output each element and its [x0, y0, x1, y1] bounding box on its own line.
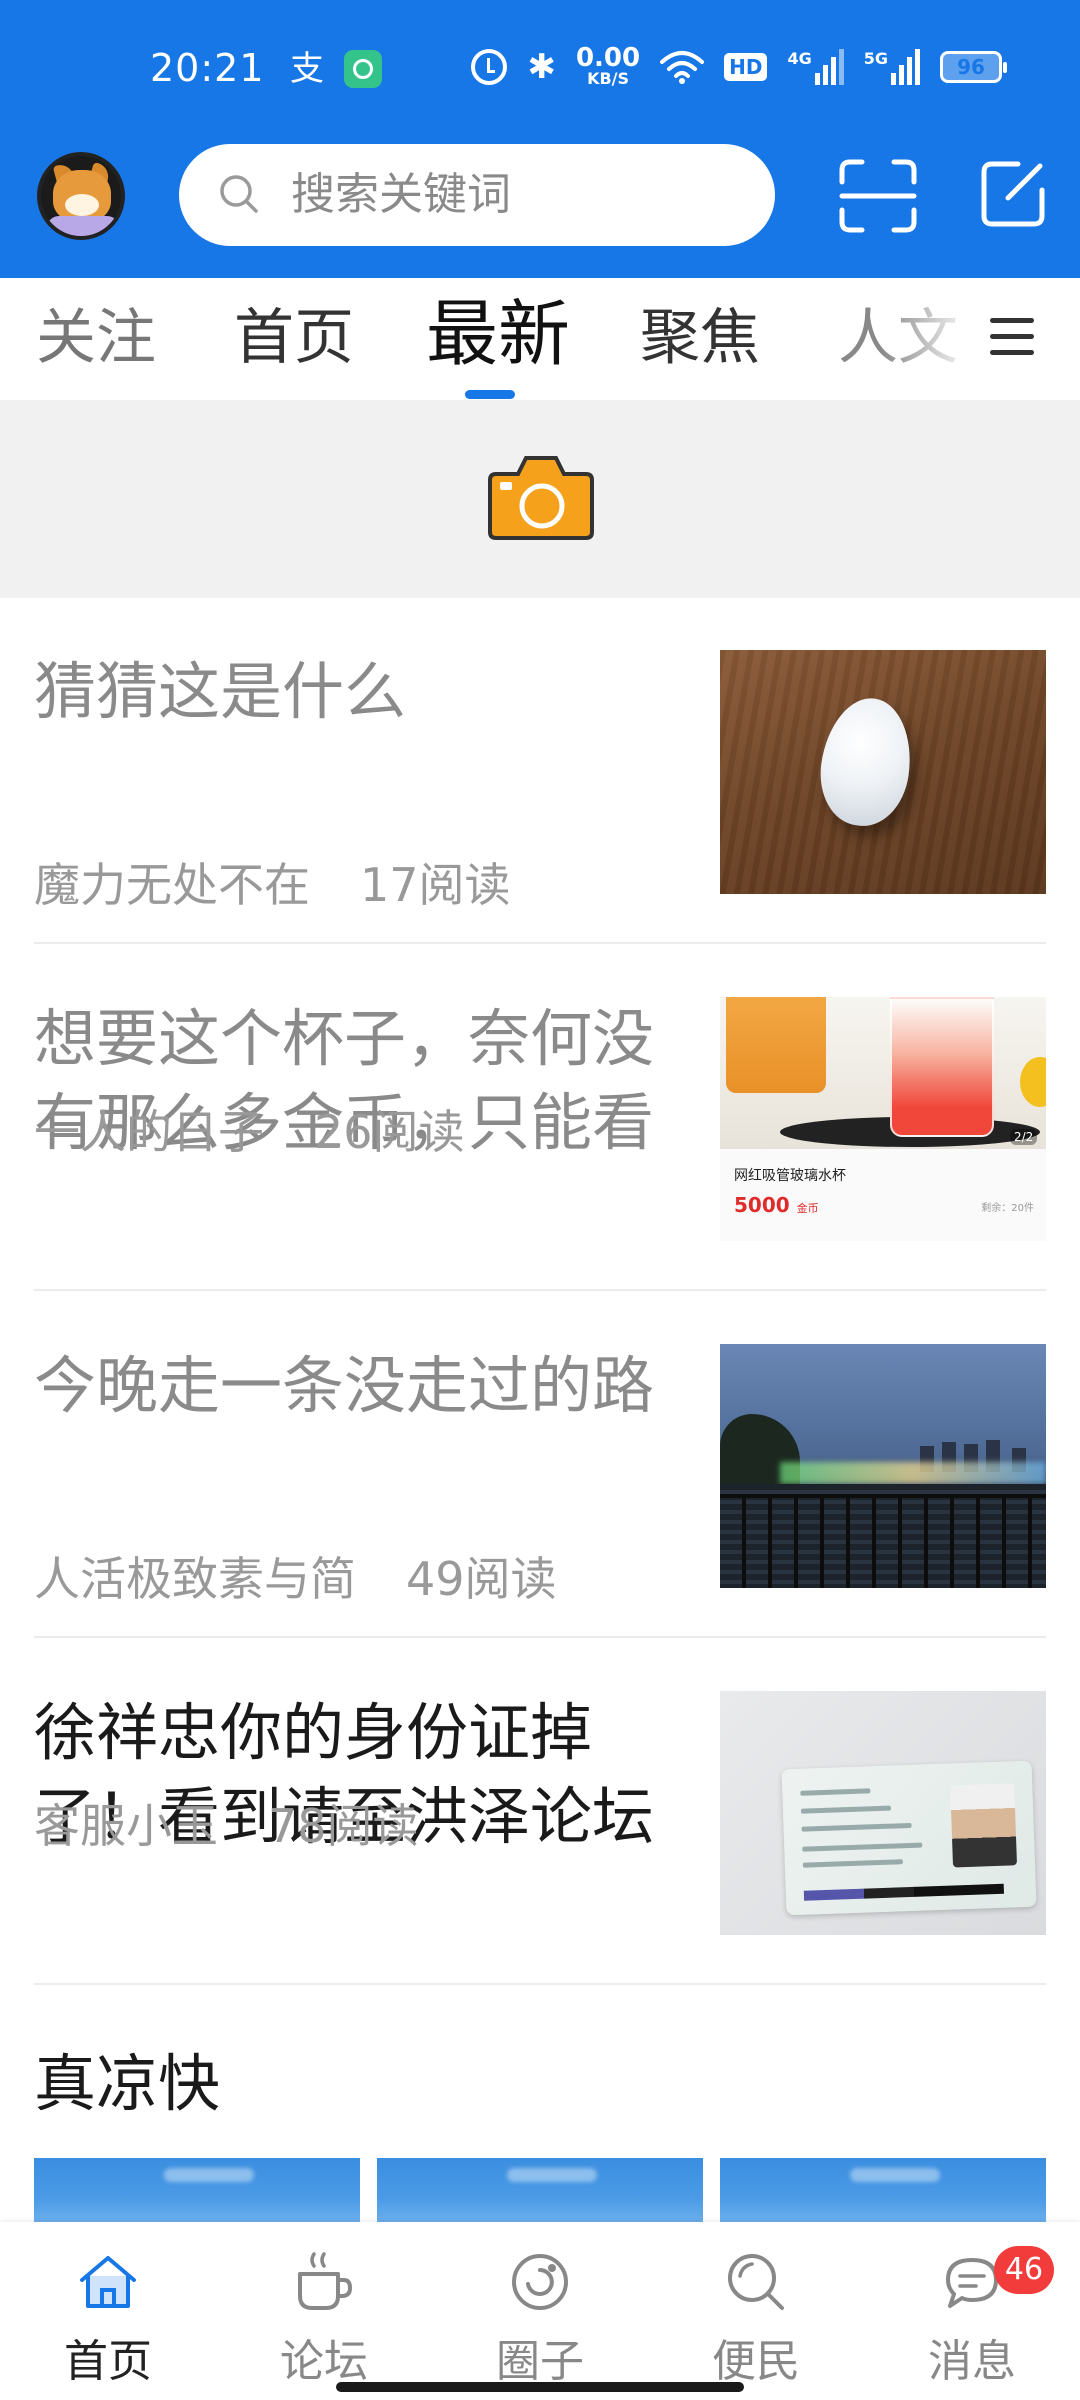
feed-title[interactable]: 今晚走一条没走过的路 [34, 1344, 694, 1428]
product-stock: 剩余：20件 [981, 1203, 1034, 1214]
bluetooth-icon: ✱ [527, 47, 556, 87]
tab-latest[interactable]: 最新 [426, 296, 570, 372]
image-pager: 2/2 [1010, 1129, 1038, 1145]
section-images [34, 2158, 1046, 2224]
feed-author: 客服小玉 [34, 1799, 218, 1853]
home-icon [80, 2256, 136, 2308]
nav-label: 便民 [712, 2336, 800, 2387]
tab-focus[interactable]: 聚焦 [640, 300, 760, 376]
home-indicator[interactable] [336, 2382, 744, 2392]
signal-4g-icon: 4G [787, 49, 844, 85]
nav-label: 首页 [64, 2336, 152, 2387]
status-bar: 20:21 支 ✱ 0.00 KB/S HD 4G 5G 96 [0, 0, 1080, 140]
signal-5g-icon: 5G [864, 49, 920, 85]
network-speed: 0.00 KB/S [575, 43, 641, 88]
unread-badge: 46 [994, 2246, 1054, 2294]
product-title: 网红吸管玻璃水杯 [734, 1168, 846, 1184]
feed-thumbnail[interactable] [720, 1691, 1046, 1935]
battery-icon: 96 [940, 51, 1007, 83]
feed-reads: 49阅读 [406, 1552, 557, 1606]
search-input[interactable]: 搜索关键词 [179, 144, 775, 246]
feed-reads: 17阅读 [360, 858, 511, 912]
search-icon [220, 175, 258, 213]
feed-meta: 魔力无处不在 17阅读 [34, 860, 511, 910]
tabs-fade [880, 278, 1000, 400]
status-indicators: ✱ 0.00 KB/S HD 4G 5G 96 [471, 42, 1007, 92]
message-icon [946, 2258, 998, 2308]
nav-item-circle[interactable]: 圈子 [432, 2222, 648, 2400]
channel-menu-icon[interactable] [990, 318, 1034, 356]
section-title[interactable]: 真凉快 [34, 2044, 220, 2124]
app-notification-icon [344, 50, 382, 88]
feed-item[interactable]: 想要这个杯子，奈何没有那么多金币，只能看 一人的日子 26阅读 2/2 网红吸管玻… [34, 945, 1046, 1291]
feed-meta: 一人的日子 26阅读 [34, 1107, 465, 1157]
feed-meta: 客服小玉 78阅读 [34, 1801, 419, 1851]
scan-icon[interactable] [838, 158, 918, 234]
nav-item-home[interactable]: 首页 [0, 2222, 216, 2400]
nav-label: 论坛 [280, 2336, 368, 2387]
channel-tabs: 关注 首页 最新 聚焦 人文 [0, 278, 1080, 400]
section-image[interactable] [720, 2158, 1046, 2224]
feed-author: 人活极致素与简 [34, 1552, 356, 1606]
product-price: 5000 金币 [734, 1193, 819, 1217]
edit-post-icon[interactable] [978, 158, 1048, 230]
camera-icon [488, 456, 594, 540]
active-tab-indicator [465, 390, 515, 399]
section-image[interactable] [377, 2158, 703, 2224]
circle-icon [512, 2254, 568, 2310]
nav-item-messages[interactable]: 46 消息 [864, 2222, 1080, 2400]
feed-author: 魔力无处不在 [34, 858, 310, 912]
feed-thumbnail[interactable] [720, 1344, 1046, 1588]
tab-home[interactable]: 首页 [234, 300, 354, 376]
wifi-icon [660, 51, 705, 84]
nav-item-services[interactable]: 便民 [648, 2222, 864, 2400]
feed-author: 一人的日子 [34, 1105, 264, 1159]
bottom-nav: 首页 论坛 圈子 便民 46 消息 [0, 2222, 1080, 2400]
alipay-notification-icon: 支 [290, 49, 324, 89]
hd-voice-icon: HD [724, 53, 768, 81]
feed-item[interactable]: 今晚走一条没走过的路 人活极致素与简 49阅读 [34, 1292, 1046, 1638]
nav-item-forum[interactable]: 论坛 [216, 2222, 432, 2400]
status-time: 20:21 [150, 46, 265, 90]
feed-item[interactable]: 徐祥忠你的身份证掉了！看到请至洪泽论坛 客服小玉 78阅读 [34, 1639, 1046, 1985]
feed-item[interactable]: 猜猜这是什么 魔力无处不在 17阅读 [34, 598, 1046, 944]
search-icon [728, 2254, 784, 2310]
feed-title[interactable]: 猜猜这是什么 [34, 650, 694, 734]
feed-thumbnail[interactable]: 2/2 网红吸管玻璃水杯 5000 金币 剩余：20件 [720, 997, 1046, 1241]
search-placeholder: 搜索关键词 [291, 169, 511, 220]
feed-thumbnail[interactable] [720, 650, 1046, 894]
nav-label: 圈子 [496, 2336, 584, 2387]
tab-follow[interactable]: 关注 [36, 300, 156, 376]
alarm-icon [471, 49, 508, 85]
camera-banner[interactable] [0, 400, 1080, 598]
feed-meta: 人活极致素与简 49阅读 [34, 1554, 557, 1604]
app-header: 20:21 支 ✱ 0.00 KB/S HD 4G 5G 96 搜索关键词 [0, 0, 1080, 278]
avatar[interactable] [37, 152, 125, 240]
section-image[interactable] [34, 2158, 360, 2224]
coffee-cup-icon [298, 2252, 353, 2310]
nav-label: 消息 [928, 2336, 1016, 2387]
feed-reads: 26阅读 [314, 1105, 465, 1159]
feed-reads: 78阅读 [268, 1799, 419, 1853]
